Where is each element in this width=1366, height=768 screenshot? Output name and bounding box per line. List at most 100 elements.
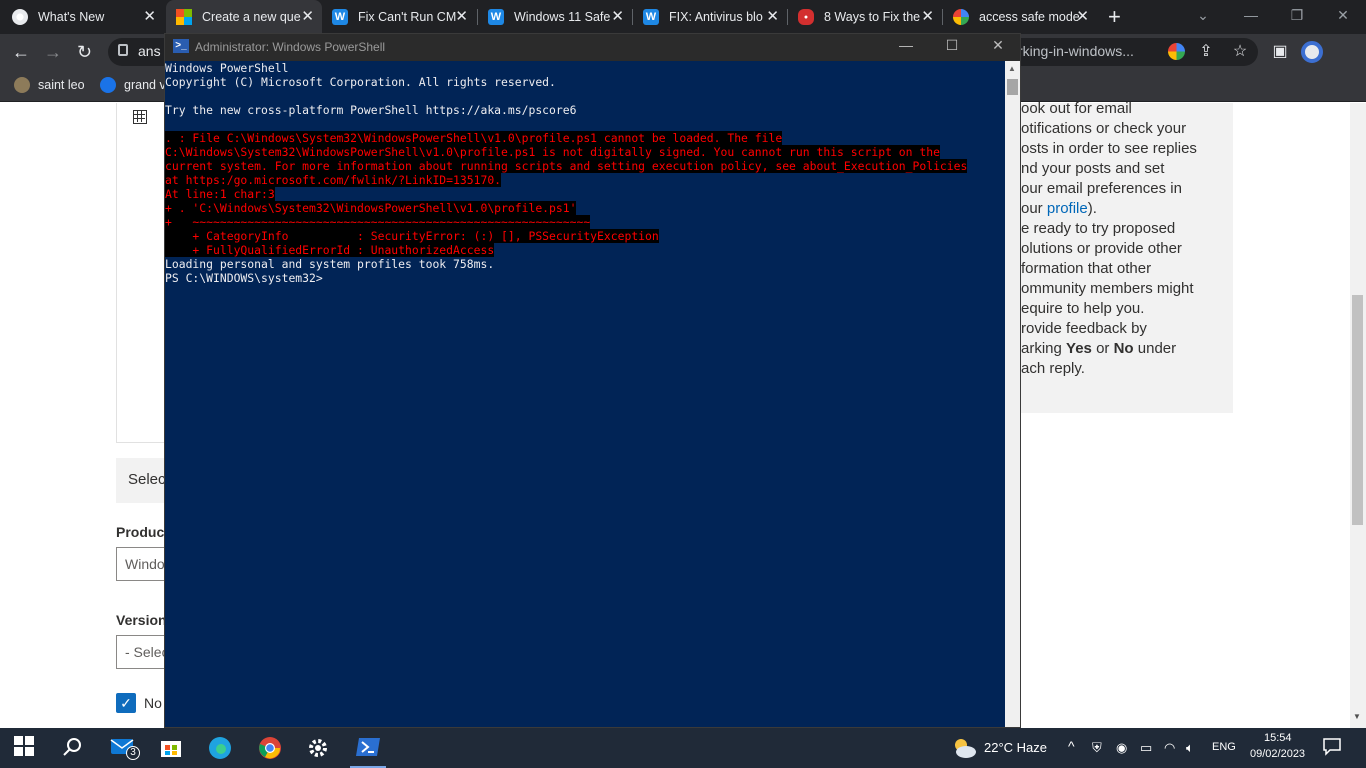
tab-separator <box>477 9 478 25</box>
console-output[interactable]: Windows PowerShell Copyright (C) Microsof… <box>165 61 1005 727</box>
console-line: Try the new cross-platform PowerShell ht… <box>165 103 577 117</box>
close-icon[interactable]: ✕ <box>766 9 779 25</box>
close-icon[interactable]: ✕ <box>611 9 624 25</box>
page-scrollbar-thumb[interactable] <box>1352 295 1363 525</box>
google-lens-icon[interactable] <box>1168 43 1185 60</box>
edge-icon[interactable] <box>208 736 232 760</box>
version-label: Version <box>116 612 167 628</box>
new-tab-button[interactable]: + <box>1108 6 1121 28</box>
windowsreport-icon: W <box>643 9 659 25</box>
product-label: Product <box>116 524 169 540</box>
volume-icon[interactable]: 🔈︎ <box>1186 740 1194 756</box>
chrome-icon <box>12 9 28 25</box>
tips-line: formation that other <box>1021 260 1152 277</box>
bookmark-grand[interactable]: grand v <box>100 77 166 93</box>
scroll-down-arrow-icon[interactable]: ▼ <box>1353 712 1361 721</box>
powershell-titlebar[interactable]: >_ Administrator: Windows PowerShell — ☐… <box>165 34 1020 61</box>
tab-separator <box>632 9 633 25</box>
tab-search-icon[interactable]: ⌄ <box>1180 0 1226 34</box>
console-error-line: + ~~~~~~~~~~~~~~~~~~~~~~~~~~~~~~~~~~~~~~… <box>165 215 591 229</box>
url-text-start: ans <box>138 43 161 59</box>
console-scrollbar[interactable] <box>1005 61 1020 727</box>
powershell-taskbar-icon[interactable] <box>355 736 380 760</box>
minimize-icon[interactable]: — <box>883 37 929 53</box>
mail-icon[interactable]: 3 <box>110 736 140 760</box>
profile-link[interactable]: profile <box>1047 200 1088 217</box>
console-error-line: + . 'C:\Windows\System32\WindowsPowerShe… <box>165 201 577 215</box>
defender-shield-icon[interactable]: ⛨ <box>1092 740 1102 756</box>
battery-icon[interactable]: ▭ <box>1140 740 1152 756</box>
maximize-icon[interactable]: ☐ <box>929 37 975 54</box>
chrome-icon[interactable] <box>258 736 282 760</box>
notifications-icon[interactable] <box>1322 736 1346 760</box>
chevron-up-icon[interactable]: ^ <box>1068 738 1075 754</box>
tab-fix-cant-run-cmd[interactable]: W Fix Can't Run CM ✕ <box>332 0 476 34</box>
microsoft-icon <box>176 9 192 25</box>
tips-line: nd your posts and set <box>1021 160 1165 177</box>
tab-access-safe-mode[interactable]: access safe mode ✕ <box>953 0 1097 34</box>
profile-avatar[interactable] <box>1301 41 1323 63</box>
weather-icon[interactable] <box>950 736 980 760</box>
forward-icon[interactable]: → <box>44 40 62 64</box>
tab-title: 8 Ways to Fix the <box>824 10 921 24</box>
tab-title: FIX: Antivirus blo <box>669 10 763 24</box>
tab-separator <box>787 9 788 25</box>
microsoft-store-icon[interactable] <box>160 736 184 760</box>
bookmark-star-icon[interactable]: ☆ <box>1230 42 1250 62</box>
scroll-up-arrow-icon[interactable]: ▲ <box>1008 64 1016 73</box>
language-indicator[interactable]: ENG <box>1212 741 1236 753</box>
checkbox-label: No <box>144 695 162 711</box>
notify-checkbox[interactable]: ✓ <box>116 693 136 713</box>
windowsreport-icon: W <box>332 9 348 25</box>
restore-icon[interactable]: ❐ <box>1274 0 1320 34</box>
tab-windows-11-safe[interactable]: W Windows 11 Safe ✕ <box>488 0 632 34</box>
tab-whats-new[interactable]: What's New ✕ <box>12 0 164 34</box>
tab-title: Create a new que <box>202 10 301 24</box>
tips-line: otifications or check your <box>1021 120 1187 137</box>
clock-time[interactable]: 15:54 <box>1264 732 1292 744</box>
window-title: Administrator: Windows PowerShell <box>195 40 386 54</box>
close-window-icon[interactable]: ✕ <box>1320 0 1366 34</box>
weather-text[interactable]: 22°C Haze <box>984 740 1047 755</box>
red-site-icon: ● <box>798 9 814 25</box>
wifi-icon[interactable]: ◠ <box>1164 740 1175 756</box>
powershell-icon: >_ <box>173 39 189 53</box>
tab-create-question[interactable]: Create a new que ✕ <box>166 0 322 34</box>
status-warning-icon[interactable]: ◉ <box>1116 740 1127 756</box>
clock-date[interactable]: 09/02/2023 <box>1250 748 1305 760</box>
tab-8-ways-to-fix[interactable]: ● 8 Ways to Fix the ✕ <box>798 0 942 34</box>
tab-fix-antivirus[interactable]: W FIX: Antivirus blo ✕ <box>643 0 787 34</box>
google-icon <box>953 9 969 25</box>
close-icon[interactable]: ✕ <box>975 37 1021 54</box>
share-icon[interactable]: ⇪ <box>1196 42 1216 62</box>
tab-title: What's New <box>38 10 105 24</box>
tips-line: equire to help you. <box>1021 300 1145 317</box>
console-line: PS C:\WINDOWS\system32> <box>165 271 323 285</box>
close-icon[interactable]: ✕ <box>143 9 156 25</box>
close-icon[interactable]: ✕ <box>1076 9 1089 25</box>
close-icon[interactable]: ✕ <box>921 9 934 25</box>
console-error-line: at https:/go.microsoft.com/fwlink/?LinkI… <box>165 173 502 187</box>
bookmark-saint-leo[interactable]: saint leo <box>14 77 85 93</box>
tips-line: ach reply. <box>1021 360 1085 377</box>
console-error-line: current system. For more information abo… <box>165 159 968 173</box>
settings-gear-icon[interactable] <box>306 736 330 760</box>
minimize-icon[interactable]: — <box>1228 0 1274 34</box>
side-panel-icon[interactable]: ▣ <box>1270 42 1290 62</box>
tips-line: rovide feedback by <box>1021 320 1147 337</box>
powershell-window[interactable]: >_ Administrator: Windows PowerShell — ☐… <box>164 33 1021 728</box>
console-scrollbar-thumb[interactable] <box>1007 79 1018 95</box>
reload-icon[interactable]: ↻ <box>77 40 92 64</box>
browser-tab-strip: What's New ✕ Create a new que ✕ W Fix Ca… <box>0 0 1366 34</box>
windows-start-icon[interactable] <box>14 736 38 760</box>
search-icon[interactable] <box>62 736 86 760</box>
tips-line: osts in order to see replies <box>1021 140 1197 157</box>
back-icon[interactable]: ← <box>12 40 30 64</box>
close-icon[interactable]: ✕ <box>455 9 468 25</box>
close-icon[interactable]: ✕ <box>301 9 314 25</box>
tips-line: ook out for email <box>1021 100 1132 117</box>
tips-panel: ook out for email otifications or check … <box>1021 100 1233 413</box>
table-grid-icon[interactable] <box>133 110 147 124</box>
windows-taskbar: 3 22°C Haze ^ ⛨ ◉ ▭ ◠ 🔈︎ ENG 15:54 09/02… <box>0 728 1366 768</box>
